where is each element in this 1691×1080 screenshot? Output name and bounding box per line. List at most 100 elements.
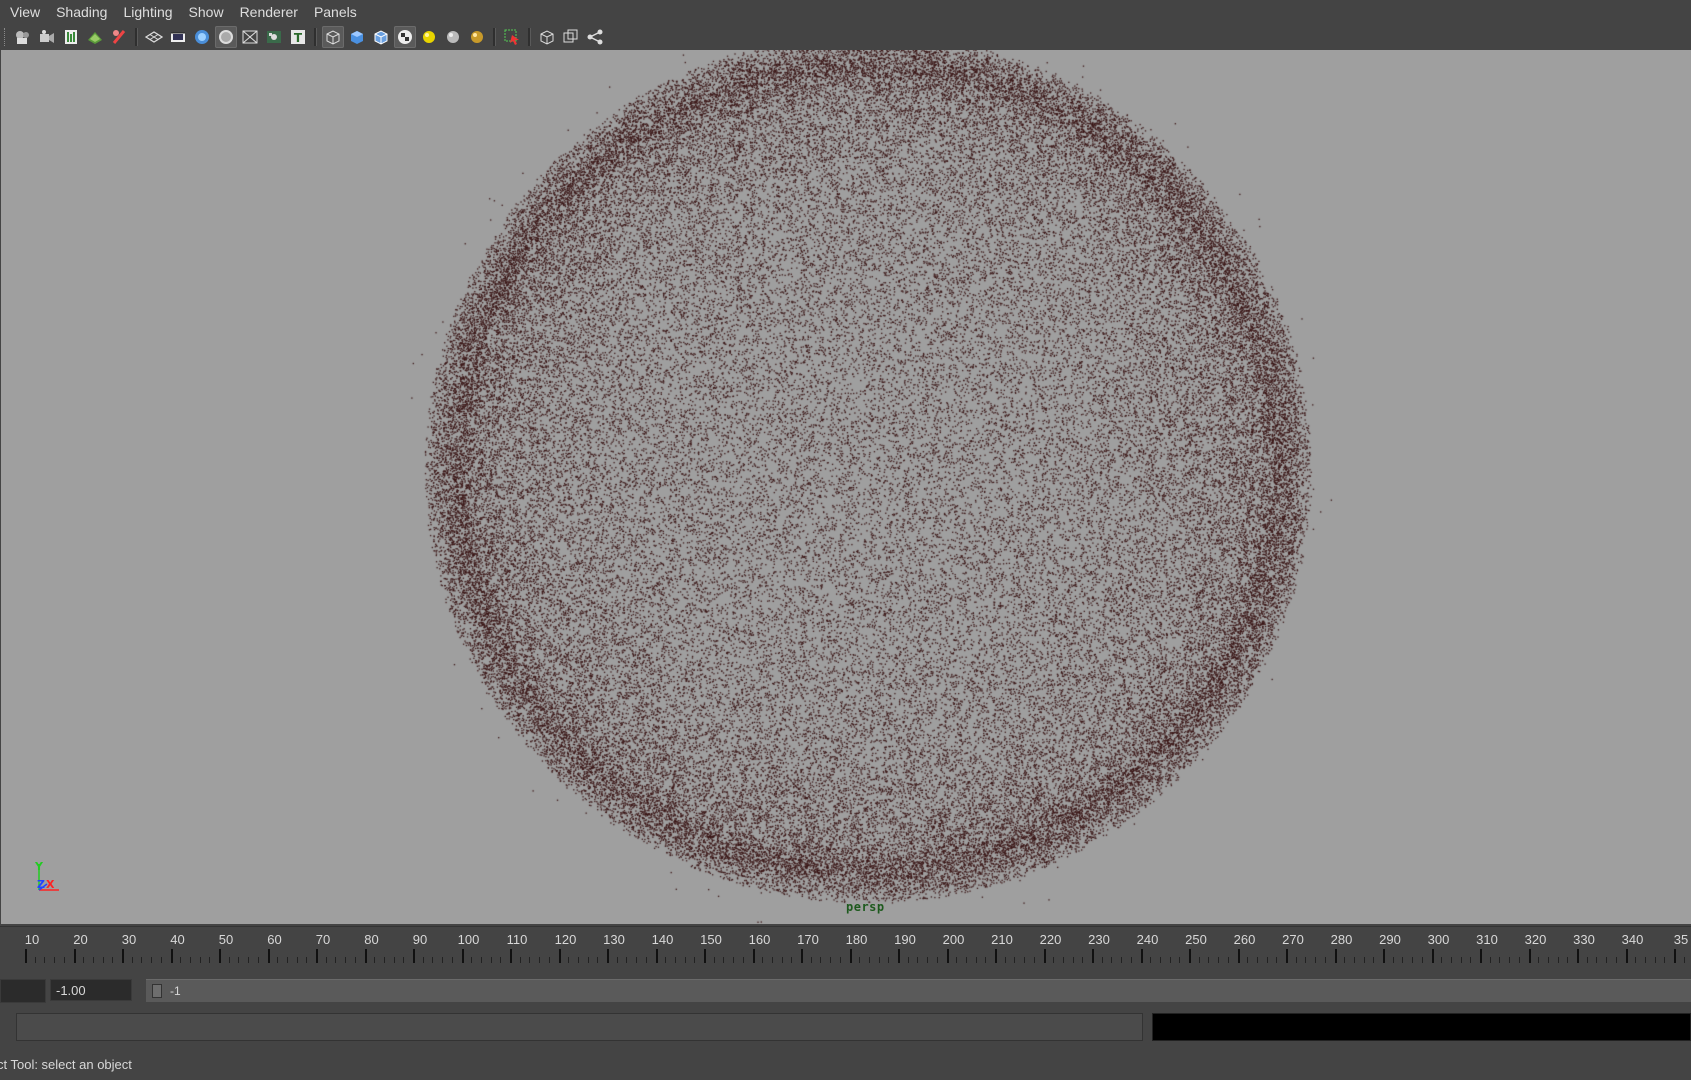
menu-view[interactable]: View xyxy=(0,0,48,24)
time-slider-minor-tick xyxy=(587,957,589,963)
time-slider-major-tick xyxy=(73,949,76,963)
safe-title-icon[interactable]: T xyxy=(287,26,309,48)
time-slider-minor-tick xyxy=(1315,957,1317,963)
range-slider[interactable]: -1 xyxy=(146,979,1691,1002)
grease-pencil-icon[interactable] xyxy=(108,26,130,48)
time-slider-label: 310 xyxy=(1476,932,1498,947)
time-slider-minor-tick xyxy=(626,957,628,963)
camera-name-label: persp xyxy=(846,900,885,914)
time-slider-minor-tick xyxy=(1121,957,1123,963)
safe-action-icon[interactable] xyxy=(263,26,285,48)
time-slider-minor-tick xyxy=(354,957,356,963)
time-slider-major-tick xyxy=(25,949,27,963)
time-slider-minor-tick xyxy=(1159,957,1161,963)
command-line xyxy=(0,1010,1691,1046)
time-slider-minor-tick xyxy=(1421,957,1423,963)
time-slider-minor-tick xyxy=(868,957,870,963)
time-slider-minor-tick xyxy=(92,957,94,963)
time-slider-label: 160 xyxy=(748,932,771,947)
toolbar-separator xyxy=(135,28,138,46)
time-slider-minor-tick xyxy=(1227,957,1229,963)
time-slider[interactable]: 10 20 30 40 50 60 70 80 90 100 110 120 130 140 150 160 1… xyxy=(0,926,1691,967)
time-slider-label: 40 xyxy=(170,932,185,947)
time-slider-minor-tick xyxy=(1353,957,1355,963)
time-slider-minor-tick xyxy=(480,957,482,963)
image-plane-icon[interactable] xyxy=(84,26,106,48)
shadows-icon[interactable] xyxy=(442,26,464,48)
node-editor-icon[interactable] xyxy=(584,26,606,48)
time-slider-minor-tick xyxy=(1683,957,1685,963)
menu-shading[interactable]: Shading xyxy=(48,0,115,24)
range-slider-handle[interactable] xyxy=(152,984,162,998)
use-all-lights-icon[interactable] xyxy=(418,26,440,48)
time-slider-minor-tick xyxy=(616,957,618,963)
xray-joints-icon[interactable] xyxy=(560,26,582,48)
resolution-gate-icon[interactable] xyxy=(191,26,213,48)
camera-tools-icon[interactable] xyxy=(36,26,58,48)
time-slider-label: 320 xyxy=(1524,932,1547,947)
film-gate-icon[interactable] xyxy=(167,26,189,48)
menu-renderer[interactable]: Renderer xyxy=(232,0,306,24)
time-slider-minor-tick xyxy=(519,957,521,963)
time-slider-minor-tick xyxy=(820,957,822,963)
time-slider-minor-tick xyxy=(917,957,919,963)
time-slider-major-tick xyxy=(1092,949,1094,963)
time-slider-major-tick xyxy=(1189,949,1191,963)
time-slider-minor-tick xyxy=(956,957,958,963)
smooth-shade-icon[interactable] xyxy=(346,26,368,48)
time-slider-minor-tick xyxy=(238,957,240,963)
time-slider-major-tick xyxy=(1674,949,1676,963)
menu-show[interactable]: Show xyxy=(181,0,232,24)
camera-attributes-icon[interactable] xyxy=(12,26,34,48)
time-slider-minor-tick xyxy=(1324,957,1326,963)
time-slider-major-tick xyxy=(1480,949,1482,963)
menu-lighting[interactable]: Lighting xyxy=(115,0,180,24)
3d-viewport[interactable]: Y Z X persp xyxy=(1,50,1691,924)
time-slider-label: 60 xyxy=(267,932,282,947)
time-slider-minor-tick xyxy=(936,957,938,963)
time-slider-label: 30 xyxy=(121,932,137,947)
time-slider-label: 120 xyxy=(554,932,577,947)
screen-space-ao-icon[interactable] xyxy=(466,26,488,48)
command-input[interactable] xyxy=(16,1013,1143,1041)
xray-icon[interactable] xyxy=(536,26,558,48)
time-slider-minor-tick xyxy=(1150,957,1152,963)
time-slider-minor-tick xyxy=(1518,957,1520,963)
time-slider-minor-tick xyxy=(1615,957,1617,963)
time-slider-minor-tick xyxy=(325,957,327,963)
wireframe-on-shaded-icon[interactable] xyxy=(370,26,392,48)
axis-gizmo-icon: Y Z X xyxy=(34,860,59,891)
gate-mask-icon[interactable] xyxy=(215,26,237,48)
time-slider-major-tick xyxy=(655,949,658,963)
textured-icon[interactable] xyxy=(394,26,416,48)
grid-icon[interactable] xyxy=(143,26,165,48)
time-slider-minor-tick xyxy=(1208,957,1210,963)
time-slider-minor-tick xyxy=(1266,957,1268,963)
time-slider-minor-tick xyxy=(907,957,909,963)
time-slider-label: 290 xyxy=(1379,932,1401,947)
time-slider-minor-tick xyxy=(1596,957,1598,963)
axis-x-label: X xyxy=(46,878,55,891)
range-slider-row: -1.00 -1 xyxy=(0,976,1691,1006)
wireframe-icon[interactable] xyxy=(322,26,344,48)
command-result-field xyxy=(1152,1013,1691,1041)
time-slider-major-tick xyxy=(704,949,706,963)
time-slider-minor-tick xyxy=(674,957,676,963)
field-chart-icon[interactable] xyxy=(239,26,261,48)
playback-start-field[interactable]: -1.00 xyxy=(50,979,132,1001)
svg-text:T: T xyxy=(294,31,303,45)
time-slider-minor-tick xyxy=(791,957,793,963)
time-slider-minor-tick xyxy=(1547,957,1549,963)
time-slider-label: 20 xyxy=(73,932,88,947)
bookmark-icon[interactable] xyxy=(60,26,82,48)
time-slider-minor-tick xyxy=(383,957,385,963)
menu-panels[interactable]: Panels xyxy=(306,0,365,24)
animation-start-field[interactable] xyxy=(0,979,46,1003)
toolbar-grip[interactable] xyxy=(4,28,8,46)
range-slider-value: -1 xyxy=(170,984,181,998)
isolate-select-icon[interactable] xyxy=(501,26,523,48)
time-slider-minor-tick xyxy=(160,957,162,963)
time-slider-label: 180 xyxy=(845,932,868,947)
panel-menu-bar: View Shading Lighting Show Renderer Pane… xyxy=(0,0,1691,24)
time-slider-major-tick xyxy=(413,949,415,963)
